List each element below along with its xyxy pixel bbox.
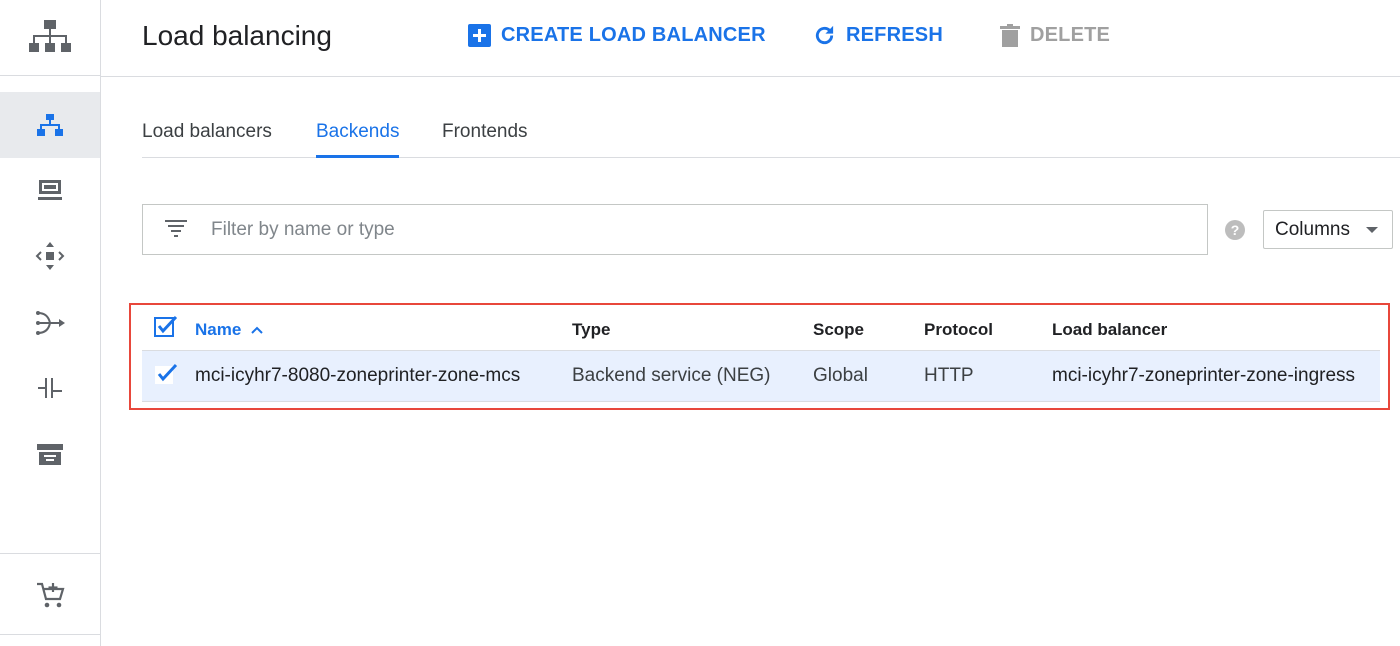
backends-table: Name Type Scope Protocol Load balancer m… <box>142 306 1380 402</box>
delete-button[interactable]: DELETE <box>1000 24 1110 47</box>
filter-icon <box>165 220 187 237</box>
routing-icon <box>36 311 65 335</box>
columns-label: Columns <box>1275 218 1350 240</box>
sidebar-divider <box>0 553 100 554</box>
page-title: Load balancing <box>142 20 332 51</box>
create-load-balancer-button[interactable]: CREATE LOAD BALANCER <box>468 24 766 47</box>
tab-load-balancers[interactable]: Load balancers <box>142 121 272 158</box>
vm-instance-icon <box>38 180 62 200</box>
refresh-label: REFRESH <box>846 24 943 46</box>
sidebar-item-routing[interactable] <box>0 290 100 356</box>
cell-scope: Global <box>813 365 868 386</box>
column-header-load-balancer[interactable]: Load balancer <box>1052 320 1167 340</box>
svg-text:?: ? <box>1231 222 1240 238</box>
interconnect-icon <box>38 378 62 398</box>
product-logo[interactable] <box>0 0 100 76</box>
cell-load-balancer[interactable]: mci-icyhr7-zoneprinter-zone-ingress <box>1052 365 1355 387</box>
sidebar-item-marketplace[interactable] <box>0 562 100 628</box>
chevron-down-icon <box>1366 227 1378 233</box>
column-header-protocol[interactable]: Protocol <box>924 320 993 340</box>
tab-backends[interactable]: Backends <box>316 121 400 158</box>
help-icon[interactable]: ? <box>1224 219 1246 241</box>
add-box-icon <box>468 24 491 47</box>
cell-type: Backend service (NEG) <box>572 365 771 386</box>
refresh-button[interactable]: REFRESH <box>813 24 943 47</box>
row-checkbox[interactable] <box>154 362 178 386</box>
cell-name[interactable]: mci-icyhr7-8080-zoneprinter-zone-mcs <box>195 365 520 387</box>
column-header-scope[interactable]: Scope <box>813 320 864 340</box>
columns-dropdown[interactable]: Columns <box>1263 210 1393 249</box>
sidebar-item-load-balancing[interactable] <box>0 92 100 158</box>
marketplace-cart-icon <box>37 582 65 608</box>
sidebar-divider <box>0 634 100 635</box>
column-header-name[interactable]: Name <box>195 320 264 340</box>
left-sidebar <box>0 0 101 646</box>
refresh-icon <box>815 25 834 45</box>
storage-icon <box>37 444 63 465</box>
trash-icon <box>1000 24 1020 47</box>
filter-input[interactable] <box>211 205 1111 254</box>
sidebar-item-storage[interactable] <box>0 421 100 487</box>
network-services-logo-icon <box>29 19 71 52</box>
cell-protocol: HTTP <box>924 365 974 386</box>
sidebar-item-vm[interactable] <box>0 157 100 223</box>
network-tree-icon <box>37 114 63 136</box>
filter-bar <box>142 204 1208 255</box>
sidebar-item-traffic-director[interactable] <box>0 223 100 289</box>
sidebar-item-interconnect[interactable] <box>0 355 100 421</box>
select-all-checkbox[interactable] <box>154 315 178 337</box>
column-header-type[interactable]: Type <box>572 320 610 340</box>
move-arrows-icon <box>35 242 65 270</box>
delete-label: DELETE <box>1030 24 1111 46</box>
table-row[interactable]: mci-icyhr7-8080-zoneprinter-zone-mcs Bac… <box>142 350 1380 402</box>
page-header: Load balancing CREATE LOAD BALANCER REFR… <box>101 0 1400 77</box>
table-header: Name Type Scope Protocol Load balancer <box>142 306 1380 350</box>
create-load-balancer-label: CREATE LOAD BALANCER <box>501 24 766 46</box>
tab-frontends[interactable]: Frontends <box>442 121 528 158</box>
sort-ascending-icon <box>251 326 264 334</box>
tab-bar: Load balancers Backends Frontends <box>142 113 1400 158</box>
column-header-name-label: Name <box>195 320 242 339</box>
